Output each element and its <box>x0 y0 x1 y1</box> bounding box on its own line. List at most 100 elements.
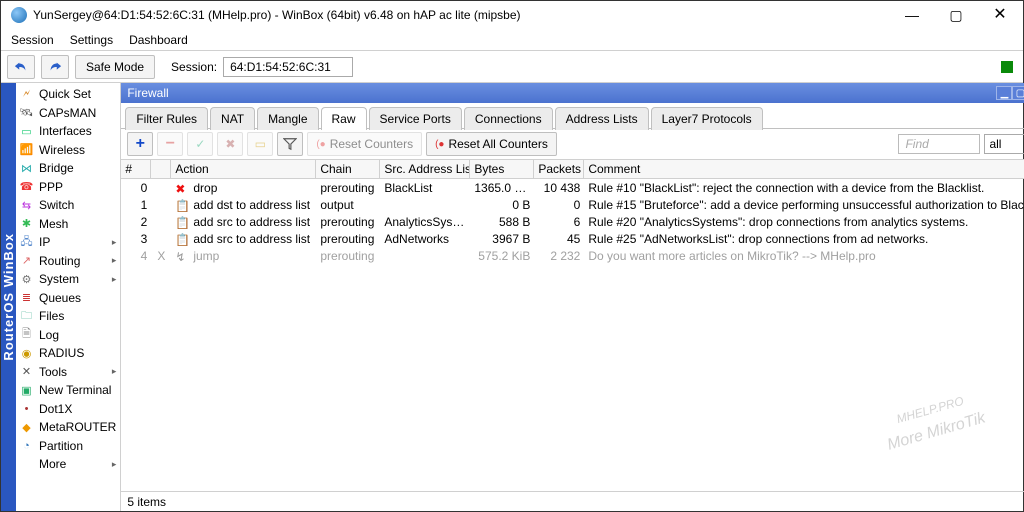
column-header[interactable]: Src. Address List <box>380 160 470 178</box>
tab-service-ports[interactable]: Service Ports <box>369 107 462 130</box>
maximize-button[interactable]: ▢ <box>945 8 967 22</box>
sidebar-item-capsman[interactable]: 🛰 CAPsMAN <box>16 104 120 123</box>
remove-button[interactable]: − <box>157 132 183 156</box>
sidebar-item-label: Mesh <box>39 217 116 231</box>
panel-minimize-button[interactable]: ▁ <box>996 86 1012 100</box>
disable-button[interactable]: ✖ <box>217 132 243 156</box>
sidebar-item-label: Log <box>39 328 116 342</box>
tab-connections[interactable]: Connections <box>464 107 553 130</box>
column-header[interactable]: Packets <box>534 160 584 178</box>
sidebar: 🗲 Quick Set 🛰 CAPsMAN ▭ Interfaces 📶Wireless⋈ B… <box>16 83 121 511</box>
safe-mode-button[interactable]: Safe Mode <box>75 55 155 79</box>
sidebar-item-dot1x[interactable]: •Dot1X <box>16 400 120 419</box>
sidebar-item-label: Routing <box>39 254 107 268</box>
sidebar-icon: ◉ <box>19 346 34 361</box>
grid-header: # ActionChainSrc. Address ListBytesPacket… <box>121 159 1024 179</box>
add-button[interactable]: + <box>127 132 153 156</box>
rules-grid: # ActionChainSrc. Address ListBytesPacket… <box>121 159 1024 511</box>
sidebar-icon: ↗ <box>19 253 34 268</box>
sidebar-icon: ⋈ <box>19 161 34 176</box>
column-header[interactable]: Action <box>171 160 316 178</box>
sidebar-item-log[interactable]: 🗎Log <box>16 326 120 345</box>
table-row[interactable]: 4X↯jumpprerouting575.2 KiB2 232Do you wa… <box>121 247 1024 264</box>
sidebar-item-queues[interactable]: ≣ Queues <box>16 289 120 308</box>
sidebar-item-more[interactable]: More▸ <box>16 455 120 474</box>
filter-all-select[interactable]: all▼ <box>984 134 1024 154</box>
filter-button[interactable] <box>277 132 303 156</box>
sidebar-icon: 🗲 <box>19 87 34 102</box>
chevron-right-icon: ▸ <box>112 366 117 377</box>
sidebar-item-label: System <box>39 272 107 286</box>
sidebar-item-label: RADIUS <box>39 346 116 360</box>
sidebar-icon: ≣ <box>19 290 34 305</box>
sidebar-item-wireless[interactable]: 📶Wireless <box>16 141 120 160</box>
panel-maximize-button[interactable]: ▢ <box>1012 86 1024 100</box>
column-header[interactable]: Chain <box>316 160 380 178</box>
sidebar-item-mesh[interactable]: ✱Mesh <box>16 215 120 234</box>
sidebar-icon <box>19 457 34 472</box>
sidebar-item-quick-set[interactable]: 🗲 Quick Set <box>16 85 120 104</box>
menu-settings[interactable]: Settings <box>70 33 113 47</box>
sidebar-item-label: Quick Set <box>39 87 116 101</box>
chevron-right-icon: ▸ <box>112 255 117 266</box>
sidebar-item-label: Interfaces <box>39 124 116 138</box>
tab-filter-rules[interactable]: Filter Rules <box>125 107 208 130</box>
sidebar-item-metarouter[interactable]: ◆MetaROUTER <box>16 418 120 437</box>
chevron-right-icon: ▸ <box>112 237 117 248</box>
watermark: MHELP.PRO More MikroTik <box>872 362 987 453</box>
tab-layer7-protocols[interactable]: Layer7 Protocols <box>651 107 763 130</box>
find-input[interactable]: Find <box>898 134 980 154</box>
column-header[interactable]: # <box>121 160 151 178</box>
sidebar-item-label: MetaROUTER <box>39 420 116 434</box>
sidebar-icon: 🛰 <box>19 105 34 120</box>
column-header[interactable]: Bytes <box>470 160 534 178</box>
session-value[interactable]: 64:D1:54:52:6C:31 <box>223 57 353 77</box>
sidebar-item-bridge[interactable]: ⋈ Bridge <box>16 159 120 178</box>
column-header[interactable]: Comment <box>584 160 1024 178</box>
sidebar-icon: ☎ <box>19 179 34 194</box>
chevron-right-icon: ▸ <box>112 274 117 285</box>
sidebar-item-files[interactable]: 🗀Files <box>16 307 120 326</box>
sidebar-item-ppp[interactable]: ☎PPP <box>16 178 120 197</box>
sidebar-item-tools[interactable]: ✕Tools▸ <box>16 363 120 382</box>
tab-raw[interactable]: Raw <box>321 107 367 130</box>
table-row[interactable]: 2📋add src to address listpreroutingAnaly… <box>121 213 1024 230</box>
close-button[interactable]: ✕ <box>989 8 1011 22</box>
sidebar-item-switch[interactable]: ⇆Switch <box>16 196 120 215</box>
sidebar-item-new-terminal[interactable]: ▣New Terminal <box>16 381 120 400</box>
redo-button[interactable] <box>41 55 69 79</box>
sidebar-icon: ⚙ <box>19 272 34 287</box>
sidebar-icon: 🖧 <box>19 235 34 250</box>
table-row[interactable]: 3📋add src to address listpreroutingAdNet… <box>121 230 1024 247</box>
enable-button[interactable]: ✓ <box>187 132 213 156</box>
sidebar-item-label: Tools <box>39 365 107 379</box>
tab-address-lists[interactable]: Address Lists <box>555 107 649 130</box>
reset-all-counters-button[interactable]: (●Reset All Counters <box>426 132 557 156</box>
table-row[interactable]: 1📋add dst to address listoutput0 B0Rule … <box>121 196 1024 213</box>
sidebar-item-partition[interactable]: ◔Partition <box>16 437 120 456</box>
menu-dashboard[interactable]: Dashboard <box>129 33 188 47</box>
panel-header: Firewall ▁ ▢ ✕ <box>121 83 1024 103</box>
sidebar-item-label: Switch <box>39 198 116 212</box>
table-row[interactable]: 0✖droppreroutingBlackList1365.0 KiB10 43… <box>121 179 1024 196</box>
sidebar-item-ip[interactable]: 🖧IP▸ <box>16 233 120 252</box>
sidebar-item-routing[interactable]: ↗ Routing ▸ <box>16 252 120 271</box>
comment-button[interactable]: ▭ <box>247 132 273 156</box>
column-header[interactable] <box>151 160 171 178</box>
sidebar-item-interfaces[interactable]: ▭ Interfaces <box>16 122 120 141</box>
sidebar-item-radius[interactable]: ◉ RADIUS <box>16 344 120 363</box>
tab-mangle[interactable]: Mangle <box>257 107 318 130</box>
minimize-button[interactable]: — <box>901 8 923 22</box>
reset-counters-button[interactable]: (●Reset Counters <box>307 132 422 156</box>
sidebar-icon: ▭ <box>19 124 34 139</box>
menu-session[interactable]: Session <box>11 33 54 47</box>
sidebar-item-label: CAPsMAN <box>39 106 116 120</box>
session-label: Session: <box>171 60 217 74</box>
sidebar-item-system[interactable]: ⚙ System ▸ <box>16 270 120 289</box>
tab-nat[interactable]: NAT <box>210 107 255 130</box>
undo-button[interactable] <box>7 55 35 79</box>
status-footer: 5 items <box>121 491 1024 511</box>
sidebar-item-label: Bridge <box>39 161 116 175</box>
sidebar-item-label: Queues <box>39 291 116 305</box>
titlebar: YunSergey@64:D1:54:52:6C:31 (MHelp.pro) … <box>1 1 1023 29</box>
